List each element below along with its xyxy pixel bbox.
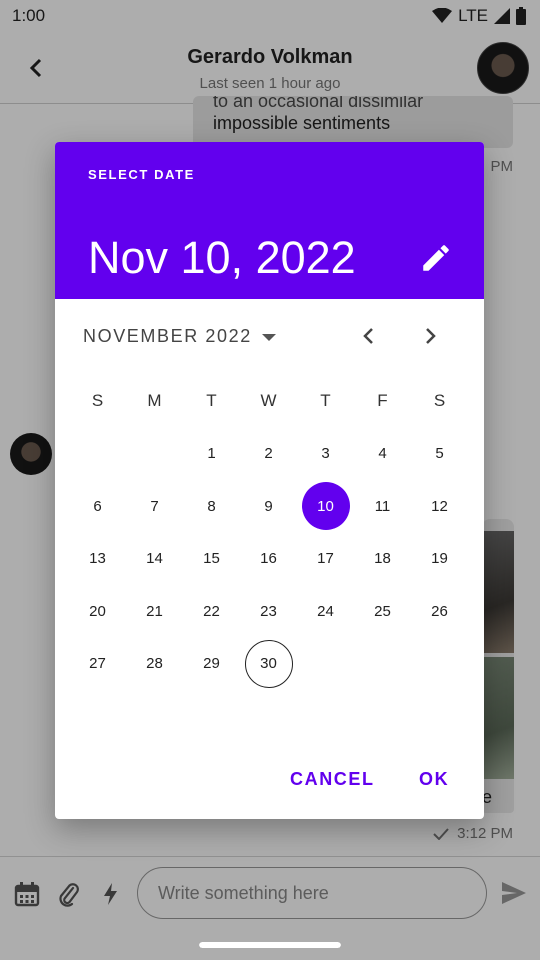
day-number[interactable]: 11 — [359, 482, 407, 530]
day-number[interactable]: 4 — [359, 430, 407, 478]
dropdown-arrow-icon — [261, 333, 276, 341]
day-cell[interactable]: 24 — [297, 585, 354, 638]
empty-day-cell — [354, 638, 411, 691]
empty-day-cell — [411, 638, 468, 691]
day-cell[interactable]: 8 — [183, 480, 240, 533]
nav-handle-overlay — [199, 942, 341, 948]
day-cell[interactable]: 28 — [126, 638, 183, 691]
day-number[interactable]: 25 — [359, 587, 407, 635]
day-number[interactable]: 9 — [245, 482, 293, 530]
calendar-week-row: 20 21 22 23 24 25 26 — [69, 585, 468, 638]
day-number[interactable]: 28 — [131, 640, 179, 688]
selected-date-text: Nov 10, 2022 — [88, 232, 356, 283]
day-cell[interactable]: 3 — [297, 428, 354, 481]
day-number[interactable]: 12 — [416, 482, 464, 530]
today-day-number[interactable]: 30 — [244, 639, 293, 688]
cancel-button[interactable]: CANCEL — [290, 769, 375, 790]
day-cell[interactable]: 29 — [183, 638, 240, 691]
day-number[interactable]: 13 — [74, 535, 122, 583]
day-number[interactable]: 6 — [74, 482, 122, 530]
day-cell[interactable]: 9 — [240, 480, 297, 533]
weekday-label: F — [377, 391, 388, 411]
calendar-grid: SMTWTFS 1 2 3 4 5 6 7 8 9 10 11 12 13 14 15 16 17 18 19 20 2… — [69, 375, 468, 690]
day-cell[interactable]: 19 — [411, 533, 468, 586]
day-cell[interactable]: 13 — [69, 533, 126, 586]
day-cell[interactable]: 30 — [240, 638, 297, 691]
day-number[interactable]: 26 — [416, 587, 464, 635]
weekday-label: S — [91, 391, 104, 411]
day-number[interactable]: 3 — [302, 430, 350, 478]
day-cell[interactable]: 4 — [354, 428, 411, 481]
weekday-label: W — [260, 391, 277, 411]
day-cell[interactable]: 17 — [297, 533, 354, 586]
day-number[interactable]: 22 — [188, 587, 236, 635]
weekday-header-row: SMTWTFS — [69, 375, 468, 428]
month-navigation: NOVEMBER 2022 — [55, 299, 484, 375]
ok-button[interactable]: OK — [419, 769, 449, 790]
day-number[interactable]: 18 — [359, 535, 407, 583]
day-number[interactable]: 5 — [416, 430, 464, 478]
day-cell[interactable]: 14 — [126, 533, 183, 586]
date-picker-header: SELECT DATE Nov 10, 2022 — [55, 142, 484, 299]
chevron-left-icon — [363, 328, 373, 344]
day-number[interactable]: 20 — [74, 587, 122, 635]
day-number[interactable]: 29 — [188, 640, 236, 688]
day-cell[interactable]: 15 — [183, 533, 240, 586]
month-year-selector[interactable]: NOVEMBER 2022 — [83, 326, 276, 347]
day-number[interactable]: 21 — [131, 587, 179, 635]
day-number[interactable]: 2 — [245, 430, 293, 478]
weekday-label: T — [206, 391, 217, 411]
day-cell[interactable]: 18 — [354, 533, 411, 586]
weekday-label: S — [433, 391, 446, 411]
day-cell[interactable]: 5 — [411, 428, 468, 481]
day-number[interactable]: 27 — [74, 640, 122, 688]
day-cell[interactable]: 16 — [240, 533, 297, 586]
date-picker-dialog: SELECT DATE Nov 10, 2022 NOVEMBER 2022 S… — [55, 142, 484, 819]
day-number[interactable]: 24 — [302, 587, 350, 635]
day-cell[interactable]: 22 — [183, 585, 240, 638]
day-number[interactable]: 19 — [416, 535, 464, 583]
weekday-label: M — [147, 391, 162, 411]
empty-day-cell — [297, 638, 354, 691]
day-cell[interactable]: 12 — [411, 480, 468, 533]
weekday-label: T — [320, 391, 331, 411]
day-number[interactable]: 17 — [302, 535, 350, 583]
previous-month-button[interactable] — [353, 321, 383, 351]
calendar-week-row: 27 28 29 30 — [69, 638, 468, 691]
day-number[interactable]: 7 — [131, 482, 179, 530]
day-cell[interactable]: 23 — [240, 585, 297, 638]
calendar-week-row: 13 14 15 16 17 18 19 — [69, 533, 468, 586]
empty-day-cell — [126, 428, 183, 481]
day-cell[interactable]: 2 — [240, 428, 297, 481]
next-month-button[interactable] — [416, 321, 446, 351]
empty-day-cell — [69, 428, 126, 481]
dialog-label: SELECT DATE — [88, 167, 195, 182]
day-number[interactable]: 14 — [131, 535, 179, 583]
chevron-right-icon — [426, 328, 436, 344]
day-number[interactable]: 23 — [245, 587, 293, 635]
day-cell[interactable]: 11 — [354, 480, 411, 533]
day-cell[interactable]: 6 — [69, 480, 126, 533]
day-number[interactable]: 8 — [188, 482, 236, 530]
day-number[interactable]: 16 — [245, 535, 293, 583]
day-cell[interactable]: 1 — [183, 428, 240, 481]
day-cell[interactable]: 26 — [411, 585, 468, 638]
day-cell[interactable]: 10 — [297, 480, 354, 533]
day-cell[interactable]: 7 — [126, 480, 183, 533]
day-number[interactable]: 15 — [188, 535, 236, 583]
day-cell[interactable]: 25 — [354, 585, 411, 638]
calendar-week-row: 6 7 8 9 10 11 12 — [69, 480, 468, 533]
month-label: NOVEMBER 2022 — [83, 326, 252, 346]
day-cell[interactable]: 20 — [69, 585, 126, 638]
calendar-week-row: 12345 — [69, 428, 468, 481]
day-cell[interactable]: 21 — [126, 585, 183, 638]
day-cell[interactable]: 27 — [69, 638, 126, 691]
selected-day-number[interactable]: 10 — [301, 482, 350, 531]
dialog-actions: CANCEL OK — [55, 757, 484, 809]
edit-pencil-icon[interactable] — [419, 241, 453, 275]
day-number[interactable]: 1 — [188, 430, 236, 478]
